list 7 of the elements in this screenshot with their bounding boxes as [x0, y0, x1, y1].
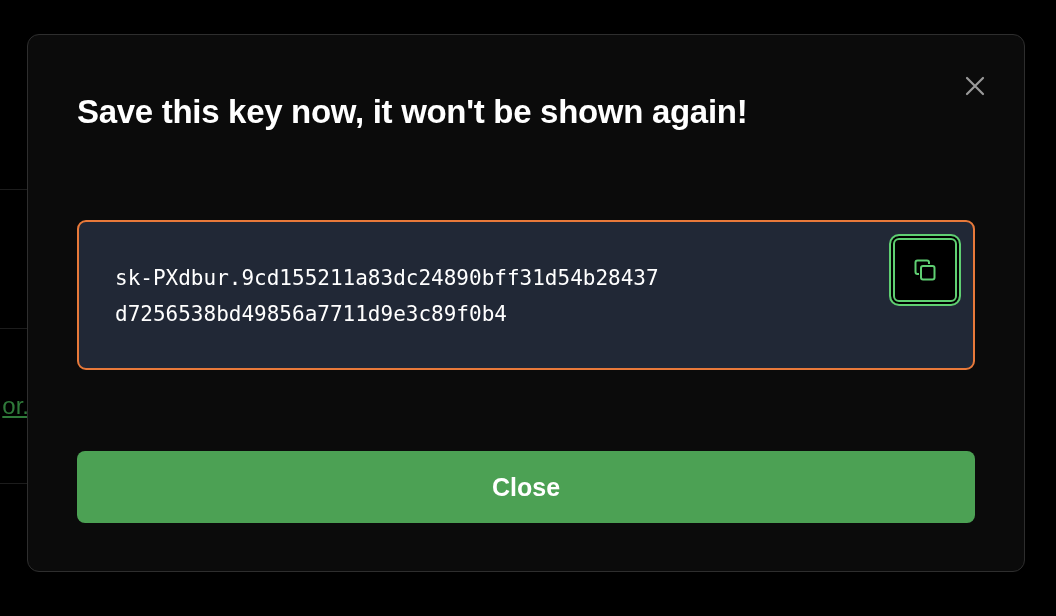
- copy-button[interactable]: [889, 234, 961, 306]
- key-field[interactable]: sk-PXdbur.9cd155211a83dc24890bff31d54b28437 d7256538bd49856a7711d9e3c89f0b4: [77, 220, 975, 370]
- close-icon[interactable]: [964, 75, 986, 97]
- link[interactable]: or.: [2, 392, 29, 420]
- api-key-text: sk-PXdbur.9cd155211a83dc24890bff31d54b28437 d7256538bd49856a7711d9e3c89f0b4: [115, 265, 659, 328]
- close-button[interactable]: Close: [77, 451, 975, 523]
- dialog-title: Save this key now, it won't be shown again!: [77, 93, 748, 131]
